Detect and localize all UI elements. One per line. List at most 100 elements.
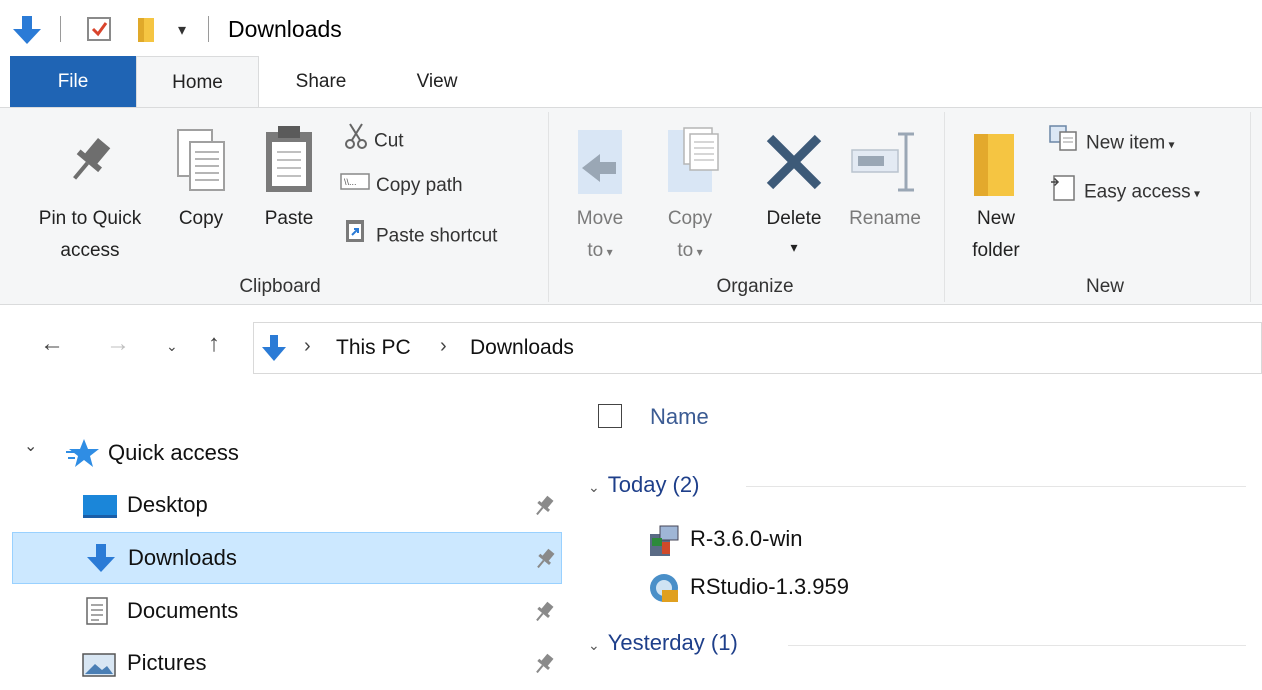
paste-shortcut-button[interactable]: Paste shortcut xyxy=(340,218,497,250)
back-arrow-icon[interactable]: ← xyxy=(40,330,64,358)
new-folder-line2: folder xyxy=(972,240,1020,261)
quick-access-label: Quick access xyxy=(108,440,239,465)
breadcrumb-chevron-icon[interactable]: › xyxy=(440,335,447,358)
new-folder-line1: New xyxy=(976,208,1015,229)
separator xyxy=(208,16,209,42)
ribbon: Pin to Quick access Copy Paste Cut \\...… xyxy=(0,107,1262,305)
paste-shortcut-label: Paste shortcut xyxy=(376,225,498,247)
new-group-label: New xyxy=(1085,276,1124,297)
pin-icon[interactable] xyxy=(533,547,557,576)
downloads-icon xyxy=(85,543,117,578)
address-bar[interactable]: › This PC › Downloads xyxy=(253,322,1262,374)
tab-share[interactable]: Share xyxy=(262,56,380,108)
navigation-pane: ⌄ Quick access Desktop Downloads Documen… xyxy=(0,376,566,677)
cut-button[interactable]: Cut xyxy=(344,122,404,154)
breadcrumb-downloads[interactable]: Downloads xyxy=(470,336,574,360)
easy-access-button[interactable]: Easy access ▾ xyxy=(1048,172,1200,204)
group-separator xyxy=(1250,112,1251,302)
properties-icon[interactable] xyxy=(84,14,114,49)
copy-to-button[interactable]: Copy to ▾ xyxy=(652,114,728,274)
file-row-r-installer[interactable]: R-3.6.0-win xyxy=(646,520,946,560)
sidebar-item-label: Documents xyxy=(127,598,239,623)
installer-icon xyxy=(646,524,680,563)
tab-view[interactable]: View xyxy=(380,56,494,108)
pin-icon[interactable] xyxy=(532,600,556,629)
paste-shortcut-icon xyxy=(340,218,370,255)
sidebar-item-desktop[interactable]: Desktop xyxy=(12,480,562,532)
group-divider xyxy=(746,486,1246,487)
expand-chevron-icon[interactable]: ⌄ xyxy=(24,436,37,456)
pin-label-line1: Pin to Quick xyxy=(38,208,142,229)
name-column-header[interactable]: Name xyxy=(650,404,709,430)
pin-icon[interactable] xyxy=(532,652,556,681)
pictures-icon xyxy=(82,652,116,683)
sidebar-item-downloads[interactable]: Downloads xyxy=(12,532,562,584)
sidebar-item-label: Desktop xyxy=(127,492,208,517)
recent-locations-chevron-icon[interactable]: ⌄ xyxy=(166,338,178,355)
new-folder-button[interactable]: New folder xyxy=(956,114,1036,274)
folder-icon xyxy=(974,134,1014,196)
file-name: R-3.6.0-win xyxy=(690,526,803,551)
group-header-today[interactable]: ⌄ Today (2) xyxy=(588,472,699,498)
paste-button[interactable]: Paste xyxy=(252,114,326,264)
group-separator xyxy=(548,112,549,302)
select-all-checkbox[interactable] xyxy=(598,404,622,428)
easy-access-icon xyxy=(1048,172,1078,213)
group-divider xyxy=(788,645,1246,646)
rename-icon xyxy=(851,132,914,192)
group-header-label: Yesterday (1) xyxy=(607,630,738,655)
file-row-rstudio-installer[interactable]: RStudio-1.3.959 xyxy=(646,568,946,608)
new-item-icon xyxy=(1048,124,1080,163)
easy-access-dropdown-icon: ▾ xyxy=(1190,186,1201,201)
move-to-line1: Move xyxy=(576,208,624,229)
pin-to-quick-access-button[interactable]: Pin to Quick access xyxy=(20,114,160,264)
sidebar-item-pictures[interactable]: Pictures xyxy=(12,638,562,690)
rstudio-installer-icon xyxy=(648,572,680,609)
new-item-button[interactable]: New item ▾ xyxy=(1048,124,1175,156)
group-separator xyxy=(944,112,945,302)
sidebar-item-documents[interactable]: Documents xyxy=(12,586,562,638)
rename-button[interactable]: Rename xyxy=(838,114,932,264)
delete-button[interactable]: Delete ▾ xyxy=(752,114,836,274)
breadcrumb-chevron-icon[interactable]: › xyxy=(304,335,311,358)
copy-icon xyxy=(177,129,225,191)
window-title: Downloads xyxy=(228,16,342,42)
ribbon-tabs: File Home Share View xyxy=(0,56,1262,108)
copy-button[interactable]: Copy xyxy=(166,114,236,264)
pin-icon[interactable] xyxy=(532,494,556,523)
move-to-button[interactable]: Move to ▾ xyxy=(562,114,638,274)
quick-access-item[interactable]: ⌄ Quick access xyxy=(12,430,562,474)
separator xyxy=(60,16,61,42)
navigation-bar: ← → ⌄ ↑ › This PC › Downloads xyxy=(0,320,1262,376)
easy-access-label: Easy access xyxy=(1084,181,1191,203)
tab-file[interactable]: File xyxy=(10,56,136,108)
clipboard-group-label: Clipboard xyxy=(239,276,321,297)
pin-icon xyxy=(73,138,111,180)
collapse-chevron-icon[interactable]: ⌄ xyxy=(588,479,600,495)
new-folder-qa-icon[interactable] xyxy=(132,14,158,49)
up-arrow-icon[interactable]: ↑ xyxy=(208,330,220,358)
organize-group-label: Organize xyxy=(716,276,794,297)
delete-label: Delete xyxy=(766,208,822,229)
sidebar-item-label: Pictures xyxy=(127,650,207,675)
copy-path-button[interactable]: \\... Copy path xyxy=(340,170,463,202)
rename-label: Rename xyxy=(849,208,921,229)
breadcrumb-this-pc[interactable]: This PC xyxy=(336,336,411,360)
delete-x-icon xyxy=(766,134,822,190)
scissors-icon xyxy=(344,122,368,161)
downloads-arrow-icon[interactable] xyxy=(10,14,44,51)
tab-home[interactable]: Home xyxy=(136,56,259,108)
delete-dropdown-icon[interactable]: ▾ xyxy=(752,232,836,262)
sidebar-item-label: Downloads xyxy=(128,545,237,570)
collapse-chevron-icon[interactable]: ⌄ xyxy=(588,637,600,653)
copy-to-icon xyxy=(668,127,719,192)
forward-arrow-icon[interactable]: → xyxy=(106,330,130,358)
new-item-dropdown-icon: ▾ xyxy=(1165,137,1175,152)
cut-label: Cut xyxy=(374,130,404,152)
pin-label-line2: access xyxy=(60,240,120,261)
copy-label: Copy xyxy=(178,208,224,229)
customize-toolbar-icon[interactable]: ▾ xyxy=(178,20,186,40)
title-bar: ▾ Downloads xyxy=(0,0,1262,56)
copy-path-icon: \\... xyxy=(340,170,370,202)
group-header-yesterday[interactable]: ⌄ Yesterday (1) xyxy=(588,630,738,656)
